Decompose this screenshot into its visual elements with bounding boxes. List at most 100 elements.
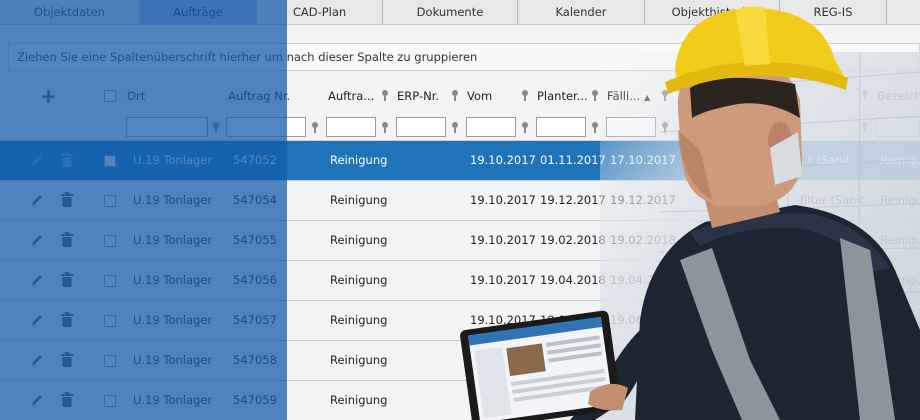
row-checkbox[interactable]	[104, 275, 116, 287]
row-checkbox[interactable]	[104, 395, 116, 407]
cell-vom: 19.10.2017	[470, 233, 536, 247]
cell-bezeichnung: Reinigu	[880, 193, 920, 207]
cell-faellig: 19.06.2018	[610, 313, 676, 327]
edit-pencil-icon[interactable]	[30, 192, 44, 208]
cell-auftragsart: Reinigung	[330, 313, 388, 327]
cell-plantermin: 01.11.2017	[540, 153, 606, 167]
orders-grid: Ziehen Sie eine Spaltenüberschrift hierh…	[0, 24, 920, 420]
tab-kalender[interactable]: Kalender	[518, 0, 645, 24]
cell-faellig: 19.02.2018	[610, 233, 676, 247]
cell-faellig: 19.04.2018	[610, 273, 676, 287]
pin-icon[interactable]	[661, 90, 669, 101]
pin-icon[interactable]	[521, 122, 529, 133]
column-header-faellig-label: Fälli...	[607, 89, 641, 103]
tab-objektdaten[interactable]: Objektdaten	[0, 0, 140, 24]
filter-input-vom[interactable]	[466, 117, 516, 137]
cell-plantermin: 19.04.2018	[540, 273, 606, 287]
row-checkbox[interactable]	[104, 235, 116, 247]
table-row[interactable]: U.19 Tonlager 547052 Reinigung 19.10.201…	[0, 141, 920, 181]
delete-trash-icon[interactable]	[60, 152, 74, 168]
row-checkbox[interactable]	[104, 355, 116, 367]
pin-icon[interactable]	[451, 90, 459, 101]
select-all-checkbox[interactable]	[104, 90, 116, 102]
column-header-faellig[interactable]: Fälli... ▲	[607, 89, 650, 103]
cell-auftragsart: Reinigung	[330, 273, 388, 287]
cell-ort: U.19 Tonlager	[133, 393, 213, 407]
tab-auftraege[interactable]: Aufträge	[140, 0, 257, 24]
column-header-plantermin[interactable]: Planter...	[537, 89, 588, 103]
pin-icon[interactable]	[661, 122, 669, 133]
table-row[interactable]: U.19 Tonlager 547058 Reinigung	[0, 341, 920, 381]
cell-vom: 19.10.2017	[470, 273, 536, 287]
table-row[interactable]: U.19 Tonlager 547056 Reinigung 19.10.201…	[0, 261, 920, 301]
group-by-panel[interactable]: Ziehen Sie eine Spaltenüberschrift hierh…	[8, 43, 920, 71]
grid-header-row: + Ort Auftrag Nr. Auftra... ERP-Nr. Vom …	[0, 77, 920, 115]
tab-reg-is[interactable]: REG-IS	[780, 0, 887, 24]
cell-auftrag-nr: 547058	[233, 353, 277, 367]
pin-icon[interactable]	[451, 122, 459, 133]
tab-bar: Objektdaten Aufträge CAD-Plan Dokumente …	[0, 0, 920, 24]
delete-trash-icon[interactable]	[60, 192, 74, 208]
pin-icon[interactable]	[381, 90, 389, 101]
cell-vom: 19.10.2017	[470, 313, 536, 327]
pin-icon[interactable]	[861, 122, 869, 133]
pin-icon[interactable]	[861, 90, 869, 101]
column-header-vom[interactable]: Vom	[467, 89, 492, 103]
add-row-icon[interactable]: +	[40, 84, 57, 108]
cell-vom: 19.10.2017	[470, 193, 536, 207]
table-row[interactable]: U.19 Tonlager 547054 Reinigung 19.10.201…	[0, 181, 920, 221]
filter-input-faellig[interactable]	[606, 117, 656, 137]
table-row[interactable]: U.19 Tonlager 547057 Reinigung 19.10.201…	[0, 301, 920, 341]
row-checkbox[interactable]	[104, 315, 116, 327]
tab-overflow	[887, 0, 920, 24]
cell-bezeichnung: Reinigu	[880, 153, 920, 167]
column-header-bezeichnung[interactable]: Bezeichnu	[877, 89, 920, 103]
cell-auftrag-nr: 547059	[233, 393, 277, 407]
tab-dokumente[interactable]: Dokumente	[383, 0, 518, 24]
edit-pencil-icon[interactable]	[30, 232, 44, 248]
tab-objekthistorie[interactable]: Objekthistorie	[645, 0, 780, 24]
delete-trash-icon[interactable]	[60, 312, 74, 328]
cell-plantermin: 19.06.2018	[540, 313, 606, 327]
delete-trash-icon[interactable]	[60, 232, 74, 248]
cell-auftragsart: Reinigung	[330, 353, 388, 367]
edit-pencil-icon[interactable]	[30, 312, 44, 328]
filter-input-auftragsart[interactable]	[326, 117, 376, 137]
cell-ort: U.19 Tonlager	[133, 153, 213, 167]
sort-ascending-icon: ▲	[644, 93, 651, 102]
filter-input-plantermin[interactable]	[536, 117, 586, 137]
filter-input-auftrag-nr[interactable]	[226, 117, 306, 137]
delete-trash-icon[interactable]	[60, 352, 74, 368]
cell-auftrag-nr: 547056	[233, 273, 277, 287]
pin-icon[interactable]	[591, 122, 599, 133]
row-checkbox[interactable]	[104, 155, 116, 167]
column-header-ort[interactable]: Ort	[127, 89, 145, 103]
column-header-auftragsart[interactable]: Auftra...	[328, 89, 374, 103]
pin-icon[interactable]	[381, 122, 389, 133]
cell-vom: 19.10.2017	[470, 153, 536, 167]
row-checkbox[interactable]	[104, 195, 116, 207]
pin-icon[interactable]	[521, 90, 529, 101]
cell-auftragsart: Reinigung	[330, 153, 388, 167]
cell-auftrag-nr: 547054	[233, 193, 277, 207]
cell-bezeichnung-partial: r (Sanit...	[808, 153, 862, 167]
edit-pencil-icon[interactable]	[30, 352, 44, 368]
delete-trash-icon[interactable]	[60, 392, 74, 408]
table-row[interactable]: U.19 Tonlager 547055 Reinigung 19.10.201…	[0, 221, 920, 261]
table-row[interactable]: U.19 Tonlager 547059 Reinigung	[0, 381, 920, 420]
filter-input-erp-nr[interactable]	[396, 117, 446, 137]
filter-input-ort[interactable]	[126, 117, 208, 137]
filter-input-bezeichnung[interactable]	[876, 117, 920, 137]
column-header-auftrag-nr[interactable]: Auftrag Nr.	[228, 89, 290, 103]
cell-auftragsart: Reinigung	[330, 233, 388, 247]
pin-icon[interactable]	[591, 90, 599, 101]
tab-cad-plan[interactable]: CAD-Plan	[257, 0, 383, 24]
cell-ort: U.19 Tonlager	[133, 353, 213, 367]
delete-trash-icon[interactable]	[60, 272, 74, 288]
column-header-erp-nr[interactable]: ERP-Nr.	[397, 89, 439, 103]
pin-icon[interactable]	[311, 122, 319, 133]
pin-icon[interactable]	[212, 122, 220, 133]
edit-pencil-icon[interactable]	[30, 152, 44, 168]
edit-pencil-icon[interactable]	[30, 272, 44, 288]
edit-pencil-icon[interactable]	[30, 392, 44, 408]
